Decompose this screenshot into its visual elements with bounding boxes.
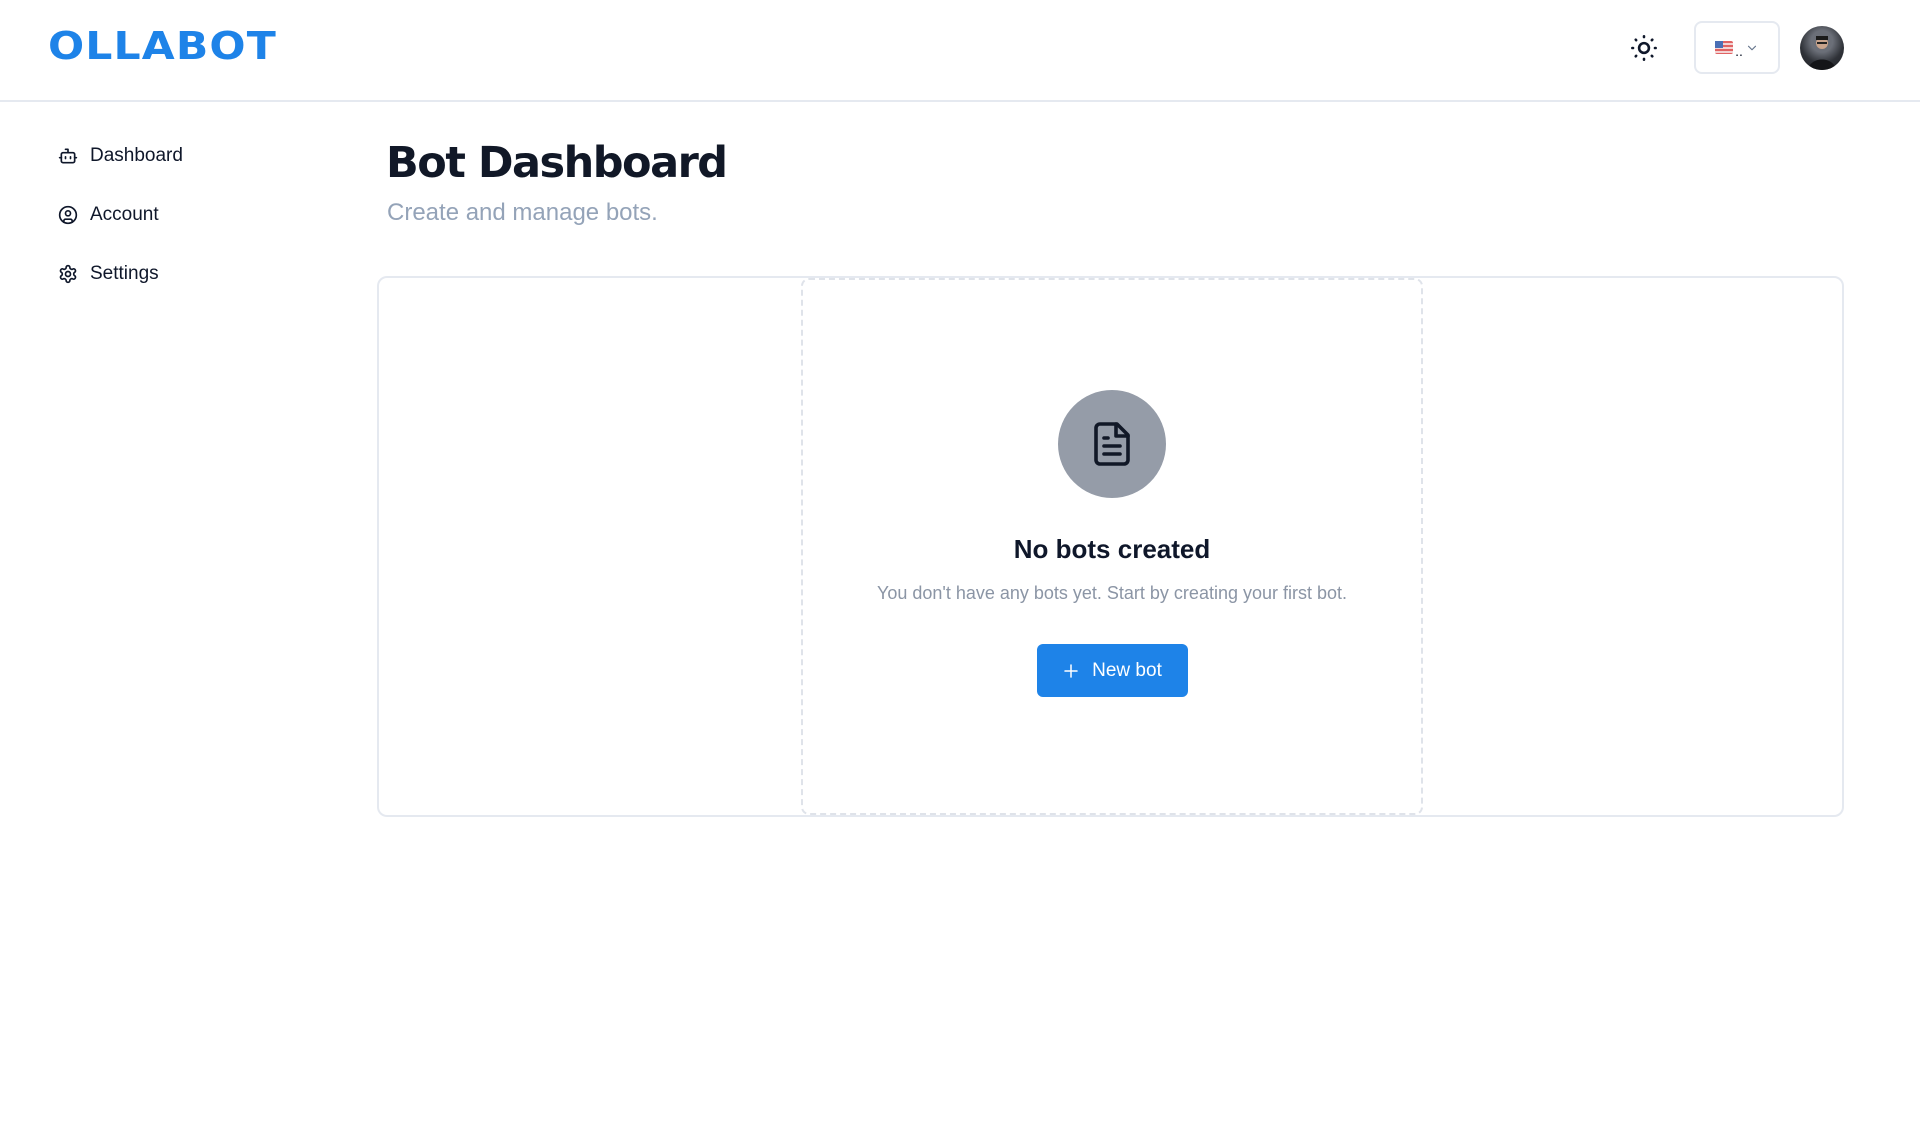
theme-toggle-button[interactable] xyxy=(1627,31,1661,65)
empty-state-icon-circle xyxy=(1058,390,1166,498)
gear-icon xyxy=(59,264,77,284)
language-select[interactable]: .. xyxy=(1694,21,1780,74)
sidebar-item-label: Account xyxy=(90,204,159,225)
user-avatar[interactable] xyxy=(1800,26,1844,70)
sidebar-item-settings[interactable]: Settings xyxy=(58,254,318,294)
chevron-down-icon xyxy=(1747,45,1756,50)
sun-icon xyxy=(1631,35,1657,61)
empty-state-description: You don't have any bots yet. Start by cr… xyxy=(876,583,1348,603)
bot-icon xyxy=(58,148,78,164)
sidebar-item-label: Settings xyxy=(90,263,159,284)
sidebar: Dashboard Account Settings xyxy=(58,136,318,313)
avatar-photo-icon xyxy=(1808,36,1836,70)
empty-state-title: No bots created xyxy=(1013,534,1211,564)
new-bot-button[interactable]: New bot xyxy=(1036,644,1188,697)
bots-card: No bots created You don't have any bots … xyxy=(377,276,1844,817)
page-subtitle: Create and manage bots. xyxy=(387,199,658,226)
language-label: .. xyxy=(1735,42,1743,59)
page-title: Bot Dashboard xyxy=(386,138,728,188)
empty-state: No bots created You don't have any bots … xyxy=(801,278,1423,815)
new-bot-button-label: New bot xyxy=(1092,659,1162,681)
user-circle-icon xyxy=(58,205,78,225)
sidebar-item-dashboard[interactable]: Dashboard xyxy=(58,136,318,176)
app-logo[interactable]: OLLABOT xyxy=(48,26,277,66)
top-header: OLLABOT .. xyxy=(0,0,1920,102)
sidebar-item-label: Dashboard xyxy=(90,145,183,166)
document-icon xyxy=(1094,422,1130,466)
sidebar-item-account[interactable]: Account xyxy=(58,195,318,235)
us-flag-icon xyxy=(1715,41,1734,54)
plus-icon xyxy=(1064,663,1078,678)
